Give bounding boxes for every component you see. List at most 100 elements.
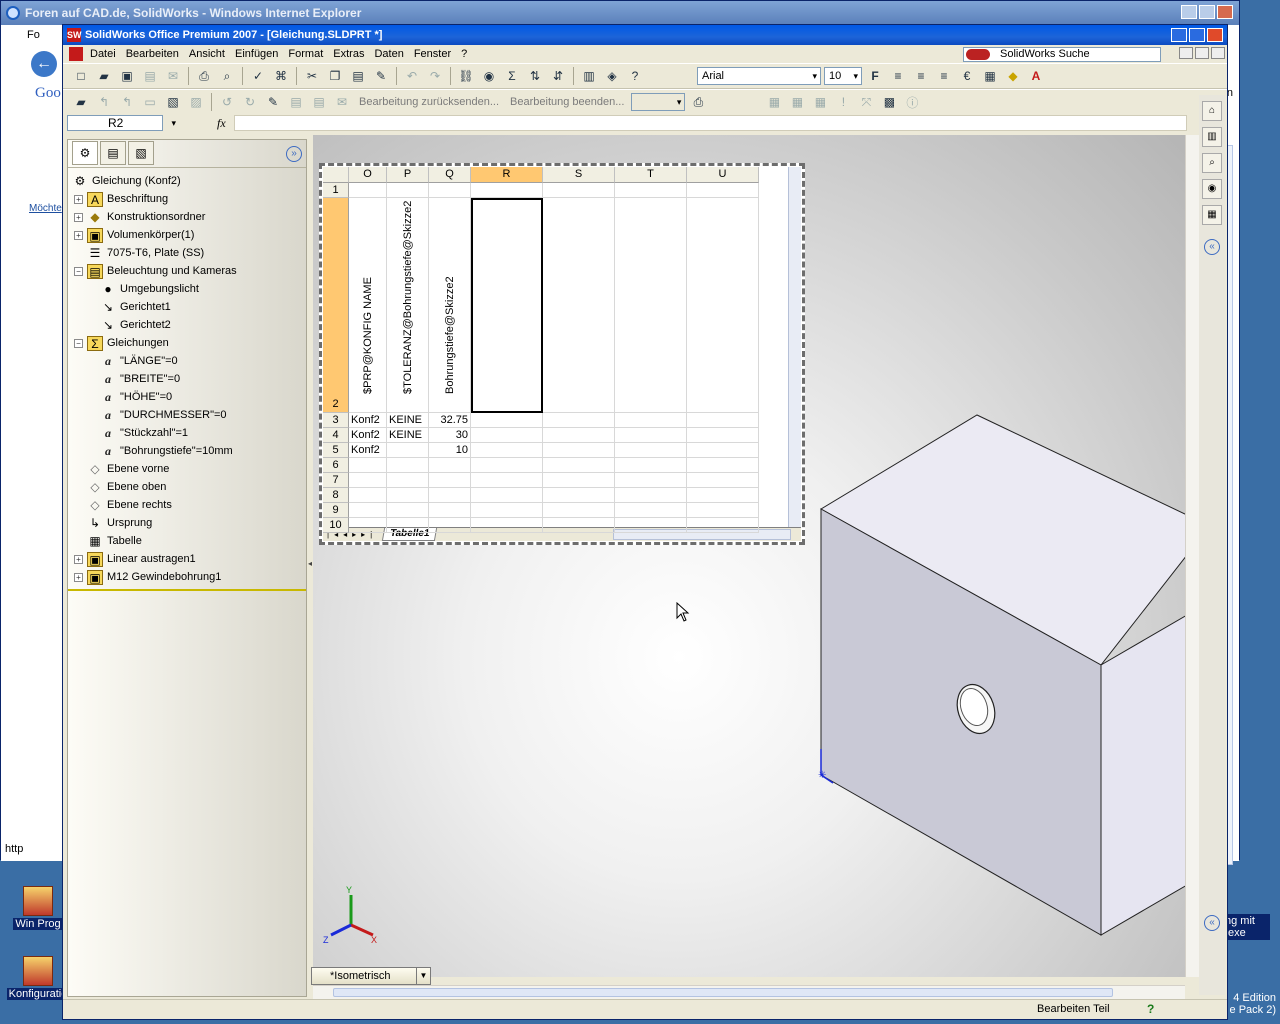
fx-icon[interactable]: fx: [217, 116, 226, 131]
ie-tab-partial[interactable]: Fo: [27, 29, 40, 41]
tree-item[interactable]: a "BREITE"=0: [68, 370, 306, 388]
formula-input[interactable]: [233, 115, 1187, 131]
menu-einfuegen[interactable]: Einfügen: [230, 45, 283, 63]
cell[interactable]: Konf2: [349, 428, 387, 443]
tree-item[interactable]: + A Beschriftung: [68, 190, 306, 208]
sort-descending-icon[interactable]: ⇵: [548, 66, 568, 86]
tree-item[interactable]: ▦ Tabelle: [68, 532, 306, 550]
cell[interactable]: [349, 488, 387, 503]
cell[interactable]: [349, 503, 387, 518]
cell[interactable]: [471, 458, 543, 473]
row-header[interactable]: 3: [323, 413, 349, 428]
sort-ascending-icon[interactable]: ⇅: [525, 66, 545, 86]
end-review-label[interactable]: Bearbeitung beenden...: [510, 96, 624, 108]
print-preview-icon[interactable]: ⌕: [217, 66, 237, 86]
tree-item[interactable]: ☰ 7075-T6, Plate (SS): [68, 244, 306, 262]
fill-color-icon[interactable]: ◆: [1003, 66, 1023, 86]
sheet-vertical-scrollbar[interactable]: [788, 167, 801, 541]
search-results-icon[interactable]: ◉: [1202, 179, 1222, 199]
tree-item[interactable]: + ◆ Konstruktionsordner: [68, 208, 306, 226]
row-header[interactable]: 10: [323, 518, 349, 533]
cell[interactable]: [429, 518, 471, 533]
row-header[interactable]: 2: [323, 198, 349, 413]
graphics-area[interactable]: ✳ Y X Z OPQRSTU |◂◂▸▸| Tabelle1 1 2 $PRP@: [313, 135, 1185, 977]
expand-toggle-icon[interactable]: +: [74, 554, 83, 564]
property-manager-tab-icon[interactable]: ▤: [100, 141, 126, 165]
menu-help[interactable]: ?: [456, 45, 472, 63]
cell[interactable]: [615, 183, 687, 198]
column-header[interactable]: Q: [429, 167, 471, 183]
accept-icon[interactable]: ↺: [217, 92, 237, 112]
cell[interactable]: [471, 473, 543, 488]
tree-item[interactable]: a "HÖHE"=0: [68, 388, 306, 406]
font-color-icon[interactable]: A: [1026, 66, 1046, 86]
cell[interactable]: [615, 443, 687, 458]
borders-icon[interactable]: ▦: [980, 66, 1000, 86]
tree-item[interactable]: a "LÄNGE"=0: [68, 352, 306, 370]
tree-item[interactable]: + ▣ M12 Gewindebohrung1: [68, 568, 306, 586]
doc-minimize-icon[interactable]: [1179, 47, 1193, 59]
column-header[interactable]: S: [543, 167, 615, 183]
column-header[interactable]: T: [615, 167, 687, 183]
cut-icon[interactable]: ✂: [302, 66, 322, 86]
cell[interactable]: [687, 198, 759, 413]
bold-icon[interactable]: F: [865, 66, 885, 86]
tree-item[interactable]: ◇ Ebene vorne: [68, 460, 306, 478]
cell[interactable]: [543, 413, 615, 428]
cell[interactable]: [543, 443, 615, 458]
cell[interactable]: [543, 183, 615, 198]
column-header[interactable]: P: [387, 167, 429, 183]
close-icon[interactable]: [1207, 28, 1223, 42]
research-icon[interactable]: ⌘: [271, 66, 291, 86]
view-palette-icon[interactable]: ▦: [1202, 205, 1222, 225]
euro-icon[interactable]: €: [957, 66, 977, 86]
new-icon[interactable]: □: [71, 66, 91, 86]
page-link[interactable]: Möchte: [29, 203, 62, 214]
cell[interactable]: 30: [429, 428, 471, 443]
cell[interactable]: [387, 518, 429, 533]
cell[interactable]: [615, 413, 687, 428]
forward-icon[interactable]: ▭: [140, 92, 160, 112]
tree-item[interactable]: a "DURCHMESSER"=0: [68, 406, 306, 424]
cell[interactable]: [543, 428, 615, 443]
cell[interactable]: KEINE: [387, 413, 429, 428]
menu-fenster[interactable]: Fenster: [409, 45, 456, 63]
trace-icon[interactable]: ⤧: [856, 92, 876, 112]
doc-restore-icon[interactable]: [1195, 47, 1209, 59]
cell[interactable]: $TOLERANZ@Bohrungstiefe@Skizze2: [387, 198, 429, 413]
review-dropdown[interactable]: [631, 93, 686, 111]
row-header[interactable]: 8: [323, 488, 349, 503]
expand-toggle-icon[interactable]: −: [74, 338, 83, 348]
cell[interactable]: [349, 183, 387, 198]
graphics-horizontal-scrollbar[interactable]: [313, 985, 1185, 999]
library-icon[interactable]: ▥: [1202, 127, 1222, 147]
tree-item[interactable]: ● Umgebungslicht: [68, 280, 306, 298]
cell[interactable]: [387, 473, 429, 488]
cell[interactable]: [349, 458, 387, 473]
maximize-icon[interactable]: [1189, 28, 1205, 42]
column-header[interactable]: U: [687, 167, 759, 183]
cell[interactable]: [543, 488, 615, 503]
cell[interactable]: [615, 428, 687, 443]
cell[interactable]: [687, 473, 759, 488]
help-icon[interactable]: ?: [625, 66, 645, 86]
hyperlink-icon[interactable]: ⛓: [456, 66, 476, 86]
copy-icon[interactable]: ❐: [325, 66, 345, 86]
menu-ansicht[interactable]: Ansicht: [184, 45, 230, 63]
track-icon[interactable]: ▤: [286, 92, 306, 112]
info-icon[interactable]: ⓘ: [902, 92, 922, 112]
cell[interactable]: [471, 428, 543, 443]
globe-icon[interactable]: ◉: [479, 66, 499, 86]
reply-icon[interactable]: ↰: [94, 92, 114, 112]
cell[interactable]: [471, 503, 543, 518]
cell[interactable]: [387, 458, 429, 473]
tree-item[interactable]: − ▤ Beleuchtung und Kameras: [68, 262, 306, 280]
maximize-icon[interactable]: [1199, 5, 1215, 19]
permission-icon[interactable]: ▤: [140, 66, 160, 86]
align-left-icon[interactable]: ≡: [888, 66, 908, 86]
paste-icon[interactable]: ▤: [348, 66, 368, 86]
graphics-vertical-scrollbar[interactable]: [1185, 135, 1199, 977]
print-icon[interactable]: ⎙: [194, 66, 214, 86]
home-icon[interactable]: ⌂: [1202, 101, 1222, 121]
font-size-select[interactable]: 10: [824, 67, 862, 85]
